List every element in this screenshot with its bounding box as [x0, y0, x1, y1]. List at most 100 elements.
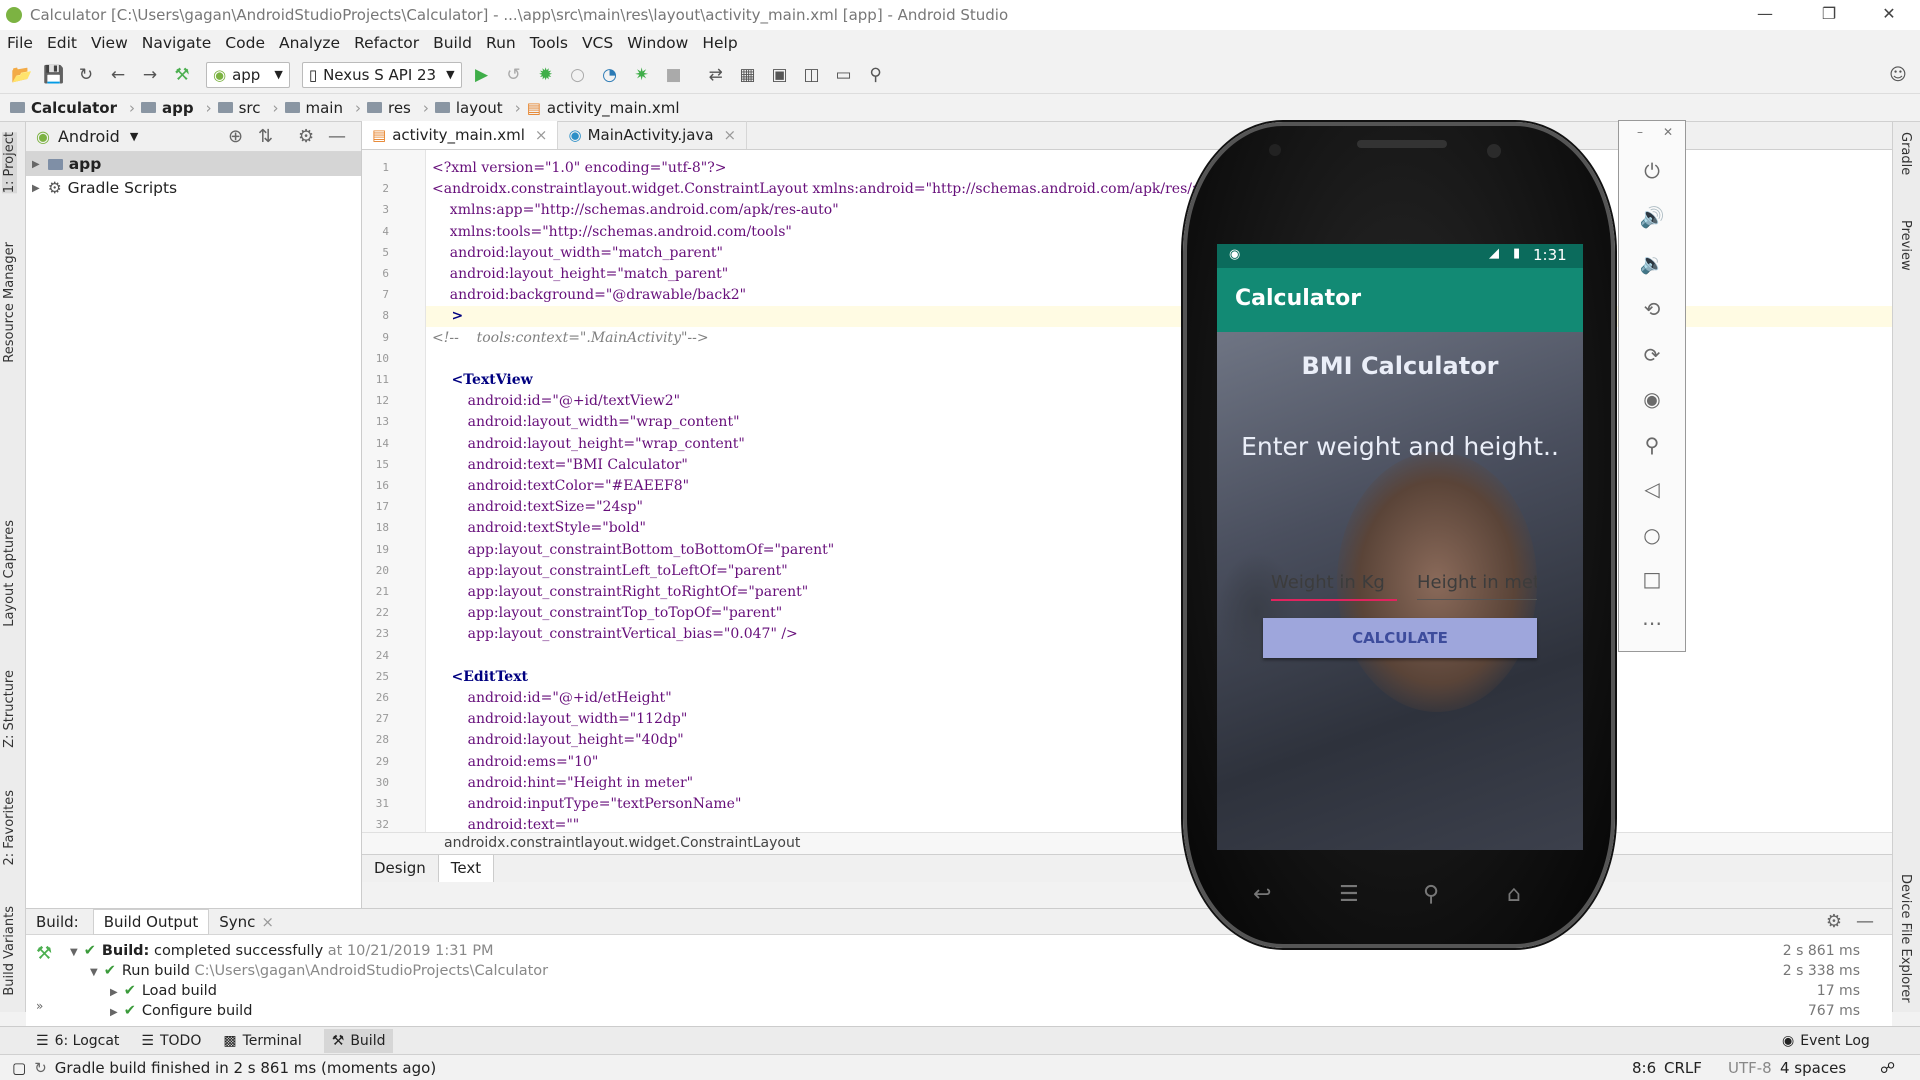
- preview-tab[interactable]: Preview: [1898, 220, 1913, 271]
- more-icon[interactable]: »: [36, 999, 43, 1013]
- apply-changes-icon[interactable]: ↺: [500, 61, 528, 89]
- code-line[interactable]: android:id="@+id/textView2": [426, 391, 681, 412]
- menu-vcs[interactable]: VCS: [575, 34, 620, 52]
- code-line[interactable]: <androidx.constraintlayout.widget.Constr…: [426, 179, 1253, 200]
- expand-icon[interactable]: ▶: [32, 183, 40, 194]
- code-line[interactable]: android:text="BMI Calculator": [426, 455, 688, 476]
- expand-icon[interactable]: ▶: [32, 159, 40, 170]
- project-tool-tab[interactable]: 1: Project: [2, 132, 17, 194]
- zoom-icon[interactable]: ⚲: [1619, 433, 1685, 457]
- tab-build-output[interactable]: Build Output: [92, 908, 210, 935]
- code-line[interactable]: android:text="": [426, 815, 580, 832]
- menu-edit[interactable]: Edit: [40, 34, 84, 52]
- rotate-right-icon[interactable]: ⟳: [1619, 343, 1685, 367]
- code-line[interactable]: android:layout_width="112dp": [426, 709, 688, 730]
- make-project-icon[interactable]: ⚒: [168, 61, 196, 89]
- menu-view[interactable]: View: [84, 34, 135, 52]
- avd-manager-icon[interactable]: ▦: [734, 61, 762, 89]
- profile-icon[interactable]: ◔: [596, 61, 624, 89]
- home-key-icon[interactable]: ⌂: [1507, 882, 1521, 907]
- minimize-button[interactable]: —: [1742, 0, 1788, 30]
- code-line[interactable]: android:hint="Height in meter": [426, 773, 694, 794]
- close-tab-icon[interactable]: ×: [261, 913, 274, 931]
- menu-run[interactable]: Run: [479, 34, 523, 52]
- code-line[interactable]: [426, 349, 432, 370]
- hide-icon[interactable]: —: [328, 126, 346, 147]
- build-row[interactable]: ▼ ✔ Run build C:\Users\gagan\AndroidStudio…: [90, 961, 1890, 981]
- project-structure-icon[interactable]: ◫: [798, 61, 826, 89]
- code-line[interactable]: app:layout_constraintVertical_bias="0.04…: [426, 624, 798, 645]
- chevron-down-icon[interactable]: ▼: [130, 130, 138, 143]
- tab-build[interactable]: ⚒ Build: [323, 1028, 394, 1053]
- home-nav-icon[interactable]: ○: [1619, 523, 1685, 547]
- tab-todo[interactable]: ☰ TODO: [141, 1033, 201, 1049]
- tab-activity-main-xml[interactable]: ▤ activity_main.xml ×: [362, 121, 559, 149]
- hide-icon[interactable]: —: [1856, 911, 1874, 932]
- code-line[interactable]: android:layout_height="wrap_content": [426, 434, 745, 455]
- layout-captures-tab[interactable]: Layout Captures: [2, 520, 17, 627]
- lock-icon[interactable]: ☍: [1880, 1059, 1895, 1077]
- code-line[interactable]: app:layout_constraintBottom_toBottomOf="…: [426, 540, 835, 561]
- indent-setting[interactable]: 4 spaces: [1780, 1059, 1846, 1077]
- collapse-icon[interactable]: ▼: [90, 967, 98, 978]
- search-icon[interactable]: ⚲: [862, 61, 890, 89]
- menu-build[interactable]: Build: [426, 34, 479, 52]
- caret-position[interactable]: 8:6: [1632, 1059, 1656, 1077]
- volume-down-icon[interactable]: 🔉: [1619, 251, 1685, 275]
- gear-icon[interactable]: ⚙: [1826, 911, 1842, 932]
- more-options-icon[interactable]: ⋯: [1619, 611, 1685, 635]
- code-line[interactable]: android:inputType="textPersonName": [426, 794, 742, 815]
- module-selector[interactable]: ◉ app ▼: [206, 61, 290, 88]
- height-input[interactable]: Height in meter: [1417, 572, 1537, 600]
- device-selector[interactable]: ▯ Nexus S API 23 ▼: [301, 61, 462, 88]
- build-row[interactable]: ▶ ✔ Configure build 767 ms: [110, 1001, 1890, 1021]
- file-encoding[interactable]: UTF-8: [1728, 1059, 1772, 1077]
- code-line[interactable]: android:id="@+id/etHeight": [426, 688, 672, 709]
- tab-main-activity-java[interactable]: ◉ MainActivity.java ×: [558, 121, 748, 149]
- close-button[interactable]: ✕: [1866, 0, 1912, 30]
- weight-input[interactable]: Weight in Kg: [1271, 572, 1397, 601]
- code-line[interactable]: android:textColor="#EAEEF8": [426, 476, 690, 497]
- minimize-emulator-icon[interactable]: –: [1637, 125, 1643, 139]
- attach-process-icon[interactable]: ✷: [628, 61, 656, 89]
- code-line[interactable]: android:layout_height="40dp": [426, 730, 684, 751]
- breadcrumb-main[interactable]: main: [284, 99, 343, 117]
- camera-icon[interactable]: ◉: [1619, 387, 1685, 411]
- tab-text[interactable]: Text: [438, 855, 495, 882]
- build-variants-tab[interactable]: Build Variants: [2, 906, 17, 996]
- code-line[interactable]: <!-- tools:context=".MainActivity"-->: [426, 328, 709, 349]
- sync-icon[interactable]: ↻: [72, 61, 100, 89]
- code-line[interactable]: app:layout_constraintRight_toRightOf="pa…: [426, 582, 809, 603]
- line-separator[interactable]: CRLF: [1664, 1059, 1702, 1077]
- code-line[interactable]: android:textStyle="bold": [426, 518, 646, 539]
- search-key-icon[interactable]: ⚲: [1423, 882, 1439, 907]
- collapse-icon[interactable]: ▼: [70, 947, 78, 958]
- attach-debugger-icon[interactable]: ○: [564, 61, 592, 89]
- code-line[interactable]: app:layout_constraintTop_toTopOf="parent…: [426, 603, 783, 624]
- back-key-icon[interactable]: ↩: [1253, 882, 1271, 907]
- favorites-tab[interactable]: 2: Favorites: [2, 790, 17, 866]
- editor-breadcrumb[interactable]: androidx.constraintlayout.widget.Constra…: [362, 832, 1892, 854]
- forward-icon[interactable]: →: [136, 61, 164, 89]
- sdk-manager-icon[interactable]: ▣: [766, 61, 794, 89]
- status-toggle-icon[interactable]: ▢: [12, 1059, 26, 1077]
- menu-navigate[interactable]: Navigate: [135, 34, 219, 52]
- expand-icon[interactable]: ▶: [110, 1007, 118, 1018]
- save-icon[interactable]: 💾: [40, 61, 68, 89]
- breadcrumb-app[interactable]: app: [140, 99, 194, 117]
- menu-help[interactable]: Help: [695, 34, 744, 52]
- build-row[interactable]: ▼ ✔ Build: completed successfully at 10/21…: [70, 941, 1890, 961]
- code-line[interactable]: <?xml version="1.0" encoding="utf-8"?>: [426, 158, 726, 179]
- run-icon[interactable]: ▶: [468, 61, 496, 89]
- breadcrumb-calculator[interactable]: Calculator: [10, 99, 117, 117]
- tree-item-gradle-scripts[interactable]: ▶ ⚙ Gradle Scripts: [26, 176, 361, 200]
- close-tab-icon[interactable]: ×: [724, 126, 737, 144]
- restore-button[interactable]: ❐: [1806, 0, 1852, 30]
- device-file-explorer-tab[interactable]: Device File Explorer: [1898, 874, 1913, 1003]
- gradle-tab[interactable]: Gradle: [1898, 132, 1913, 175]
- back-icon[interactable]: ←: [104, 61, 132, 89]
- expand-icon[interactable]: ▶: [110, 987, 118, 998]
- close-tab-icon[interactable]: ×: [535, 126, 548, 144]
- volume-up-icon[interactable]: 🔊: [1619, 205, 1685, 229]
- code-line[interactable]: xmlns:app="http://schemas.android.com/ap…: [426, 200, 839, 221]
